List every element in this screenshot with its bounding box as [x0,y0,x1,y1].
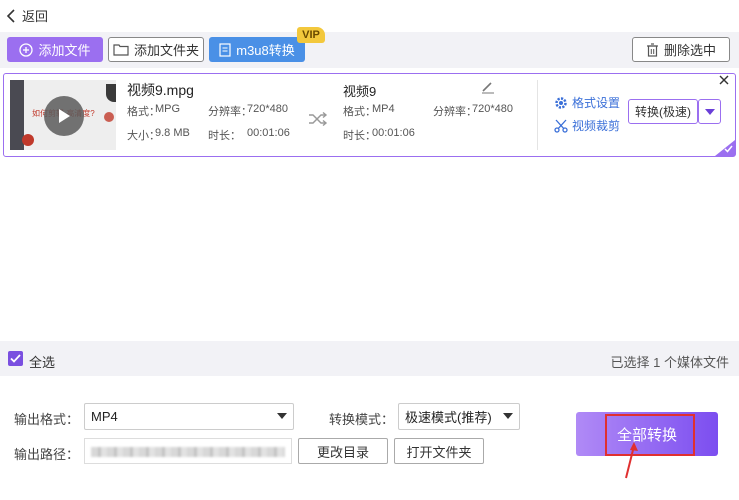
plus-circle-icon [19,42,34,57]
edit-name-icon[interactable] [481,82,495,94]
chevron-down-icon [704,108,715,115]
redacted-path [91,447,285,457]
add-folder-label: 添加文件夹 [133,43,199,58]
selection-count: 已选择 1 个媒体文件 [610,355,729,370]
gear-icon [555,96,567,109]
folder-icon [113,44,129,56]
card-divider [537,80,538,150]
chevron-left-icon [6,8,15,23]
output-resolution: 720*480 [472,103,513,115]
annotation-arrow-icon [625,442,638,479]
output-format-value: MP4 [91,409,118,424]
delete-selected-button[interactable]: 删除选中 [632,37,730,62]
output-format-field-label: 输出格式： [14,412,80,427]
source-format: MPG [155,103,181,115]
play-button[interactable] [44,96,84,136]
output-duration: 00:01:06 [372,127,415,139]
trash-icon [646,42,658,57]
source-resolution-label: 分辨率： [208,106,252,118]
shuffle-icon [309,112,328,126]
thumb-dot [22,134,34,146]
change-directory-button[interactable]: 更改目录 [298,438,388,464]
convert-fast-button[interactable]: 转换(极速) [628,99,698,124]
convert-options-dropdown[interactable] [698,99,721,124]
output-format: MP4 [372,103,395,115]
back-label: 返回 [22,9,49,24]
format-settings-label: 格式设置 [572,96,621,110]
video-crop-label: 视频裁剪 [572,119,621,133]
add-folder-button[interactable]: 添加文件夹 [108,37,204,62]
source-duration: 00:01:06 [247,127,290,139]
app-window: 返回 添加文件 添加文件夹 m3u8转换 VIP 删除选中 如何剪辑 高清度? … [0,0,739,500]
add-file-button[interactable]: 添加文件 [7,37,103,62]
source-filename: 视频9.mpg [127,82,194,98]
scissors-icon [554,119,568,133]
source-resolution: 720*480 [247,103,288,115]
top-bar [0,0,739,32]
open-folder-button[interactable]: 打开文件夹 [394,438,484,464]
thumb-shape [106,84,116,102]
output-resolution-label: 分辨率： [433,106,477,118]
output-path-label: 输出路径： [14,447,80,462]
convert-mode-label: 转换模式： [329,412,395,427]
source-size: 9.8 MB [155,127,190,139]
select-all-checkbox[interactable] [8,351,23,366]
convert-mode-value: 极速模式(推荐) [405,410,492,425]
delete-selected-label: 删除选中 [663,43,716,58]
output-format-select[interactable]: MP4 [84,403,294,430]
back-button[interactable]: 返回 [6,6,48,25]
dropdown-arrow-icon [503,413,513,419]
dropdown-arrow-icon [277,413,287,419]
format-settings-link[interactable]: 格式设置 [554,94,620,111]
remove-file-button[interactable] [719,72,729,88]
vip-badge: VIP [297,27,325,43]
change-directory-label: 更改目录 [316,444,369,460]
convert-fast-label: 转换(极速) [635,105,691,119]
m3u8-label: m3u8转换 [236,43,295,58]
output-filename: 视频9 [343,84,377,99]
check-icon [724,145,733,153]
open-folder-label: 打开文件夹 [406,444,472,460]
add-file-label: 添加文件 [38,43,91,58]
output-path-field[interactable] [84,438,292,464]
video-crop-link[interactable]: 视频裁剪 [554,117,620,134]
checkmark-icon [10,354,21,363]
select-all-label[interactable]: 全选 [29,352,55,371]
document-icon [219,42,231,57]
play-icon [59,109,70,123]
source-duration-label: 时长： [208,130,241,142]
close-icon [719,75,729,85]
convert-mode-select[interactable]: 极速模式(推荐) [398,403,520,430]
thumb-dot [104,112,114,122]
m3u8-convert-button[interactable]: m3u8转换 [209,37,305,62]
